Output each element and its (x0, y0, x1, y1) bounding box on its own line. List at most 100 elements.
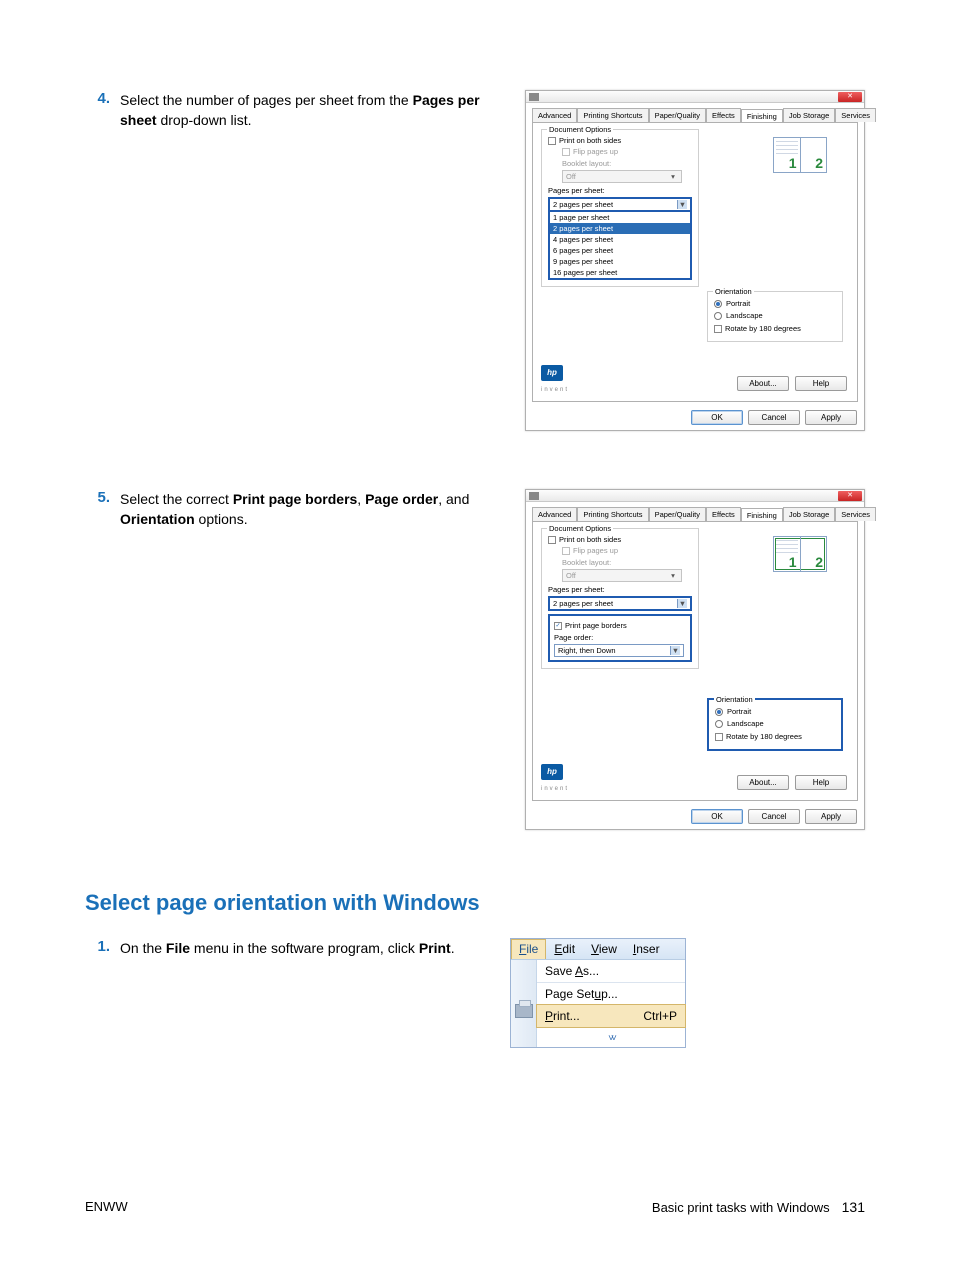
rotate-180-label: Rotate by 180 degrees (726, 732, 802, 741)
cancel-button[interactable]: Cancel (748, 809, 800, 824)
step1b-part-a: On the (120, 940, 166, 956)
pages-per-sheet-dropdown[interactable]: 2 pages per sheet▼ (548, 197, 692, 212)
pps-option-1[interactable]: 1 page per sheet (550, 212, 690, 223)
preview-page-1: 1 (789, 155, 797, 171)
preview-page-1: 1 (789, 554, 797, 570)
tab-services[interactable]: Services (835, 507, 876, 521)
print-properties-dialog-1: ✕ Advanced Printing Shortcuts Paper/Qual… (525, 90, 865, 431)
step-number-4: 4. (85, 90, 120, 431)
print-both-sides-label: Print on both sides (559, 136, 621, 145)
step5-part-c: , and (438, 491, 469, 507)
step-number-1b: 1. (85, 938, 120, 1048)
about-button[interactable]: About... (737, 376, 789, 391)
pps-option-6[interactable]: 6 pages per sheet (550, 245, 690, 256)
menu-item-save-as[interactable]: Save As... (537, 960, 685, 982)
landscape-radio[interactable]: Landscape (714, 311, 836, 320)
menu-view[interactable]: View (583, 939, 625, 959)
ok-button[interactable]: OK (691, 809, 743, 824)
print-both-sides-checkbox[interactable]: Print on both sides (548, 136, 692, 145)
menu-expand[interactable]: ˅˅ (537, 1027, 685, 1047)
print-both-sides-checkbox[interactable]: Print on both sides (548, 535, 692, 544)
rotate-180-checkbox[interactable]: Rotate by 180 degrees (714, 324, 836, 333)
titlebar: ✕ (526, 490, 864, 502)
tab-effects[interactable]: Effects (706, 507, 741, 521)
chevron-down-icon[interactable]: ▼ (677, 200, 687, 209)
pages-per-sheet-listbox[interactable]: 1 page per sheet 2 pages per sheet 4 pag… (548, 212, 692, 280)
printer-icon (515, 1004, 533, 1018)
chevron-down-icon[interactable]: ▼ (677, 599, 687, 608)
print-shortcut: Ctrl+P (643, 1009, 677, 1023)
tab-advanced[interactable]: Advanced (532, 507, 577, 521)
document-options-label: Document Options (547, 524, 613, 533)
flip-pages-up-checkbox: Flip pages up (562, 546, 692, 555)
apply-button[interactable]: Apply (805, 410, 857, 425)
booklet-layout-label: Booklet layout: (562, 558, 692, 567)
tab-printing-shortcuts[interactable]: Printing Shortcuts (577, 108, 648, 122)
menu-item-print[interactable]: Print...Ctrl+P (536, 1004, 686, 1028)
booklet-layout-dropdown: Off▾ (562, 170, 682, 183)
menu-file[interactable]: File (511, 939, 546, 959)
tab-services[interactable]: Services (835, 108, 876, 122)
help-button[interactable]: Help (795, 775, 847, 790)
printer-icon (529, 93, 539, 101)
tab-paper-quality[interactable]: Paper/Quality (649, 507, 706, 521)
step1b-part-c: . (451, 940, 455, 956)
chevron-down-icon: ▾ (668, 172, 678, 181)
menu-item-page-setup[interactable]: Page Setup... (537, 982, 685, 1005)
landscape-radio[interactable]: Landscape (715, 719, 835, 728)
step-text-1b: On the File menu in the software program… (120, 938, 480, 1048)
rotate-180-checkbox[interactable]: Rotate by 180 degrees (715, 732, 835, 741)
pps-option-4[interactable]: 4 pages per sheet (550, 234, 690, 245)
footer-section-title: Basic print tasks with Windows (652, 1200, 830, 1215)
hp-logo-icon: hp (541, 764, 563, 780)
page-order-dropdown[interactable]: Right, then Down▼ (554, 644, 684, 657)
checkmark-icon: ✓ (554, 622, 562, 630)
pps-option-16[interactable]: 16 pages per sheet (550, 267, 690, 278)
ok-button[interactable]: OK (691, 410, 743, 425)
tab-job-storage[interactable]: Job Storage (783, 507, 835, 521)
page-order-label: Page order: (554, 633, 686, 642)
apply-button[interactable]: Apply (805, 809, 857, 824)
booklet-layout-dropdown: Off▾ (562, 569, 682, 582)
pages-per-sheet-dropdown[interactable]: 2 pages per sheet▼ (548, 596, 692, 611)
layout-preview: 1 2 (757, 536, 843, 572)
portrait-radio[interactable]: Portrait (715, 707, 835, 716)
step1b-part-b: menu in the software program, click (190, 940, 419, 956)
print-properties-dialog-2: ✕ Advanced Printing Shortcuts Paper/Qual… (525, 489, 865, 830)
pps-option-9[interactable]: 9 pages per sheet (550, 256, 690, 267)
tab-advanced[interactable]: Advanced (532, 108, 577, 122)
help-button[interactable]: Help (795, 376, 847, 391)
print-page-borders-checkbox[interactable]: ✓Print page borders (554, 621, 686, 630)
menu-edit[interactable]: Edit (546, 939, 583, 959)
tab-strip: Advanced Printing Shortcuts Paper/Qualit… (526, 103, 864, 122)
chevron-down-icon[interactable]: ▼ (670, 646, 680, 655)
tab-job-storage[interactable]: Job Storage (783, 108, 835, 122)
about-button[interactable]: About... (737, 775, 789, 790)
cancel-button[interactable]: Cancel (748, 410, 800, 425)
tab-paper-quality[interactable]: Paper/Quality (649, 108, 706, 122)
step1b-bold-b: Print (419, 940, 451, 956)
tab-effects[interactable]: Effects (706, 108, 741, 122)
titlebar: ✕ (526, 91, 864, 103)
tab-printing-shortcuts[interactable]: Printing Shortcuts (577, 507, 648, 521)
step5-part-a: Select the correct (120, 491, 233, 507)
tab-finishing[interactable]: Finishing (741, 508, 783, 522)
portrait-radio[interactable]: Portrait (714, 299, 836, 308)
radio-icon (714, 300, 722, 308)
document-options-label: Document Options (547, 125, 613, 134)
menu-insert[interactable]: Inser (625, 939, 668, 959)
step5-bold-b: Page order (365, 491, 438, 507)
pps-option-2[interactable]: 2 pages per sheet (550, 223, 690, 234)
step5-part-d: options. (195, 511, 248, 527)
menubar: File Edit View Inser (511, 939, 685, 960)
step4-part-b: drop-down list. (157, 112, 252, 128)
step5-bold-a: Print page borders (233, 491, 357, 507)
page-footer: ENWW Basic print tasks with Windows 131 (85, 1199, 865, 1215)
tab-finishing[interactable]: Finishing (741, 109, 783, 123)
layout-preview: 1 2 (757, 137, 843, 173)
step5-bold-c: Orientation (120, 511, 195, 527)
booklet-layout-value: Off (566, 571, 576, 580)
close-button[interactable]: ✕ (838, 92, 862, 102)
close-button[interactable]: ✕ (838, 491, 862, 501)
step-number-5: 5. (85, 489, 120, 830)
